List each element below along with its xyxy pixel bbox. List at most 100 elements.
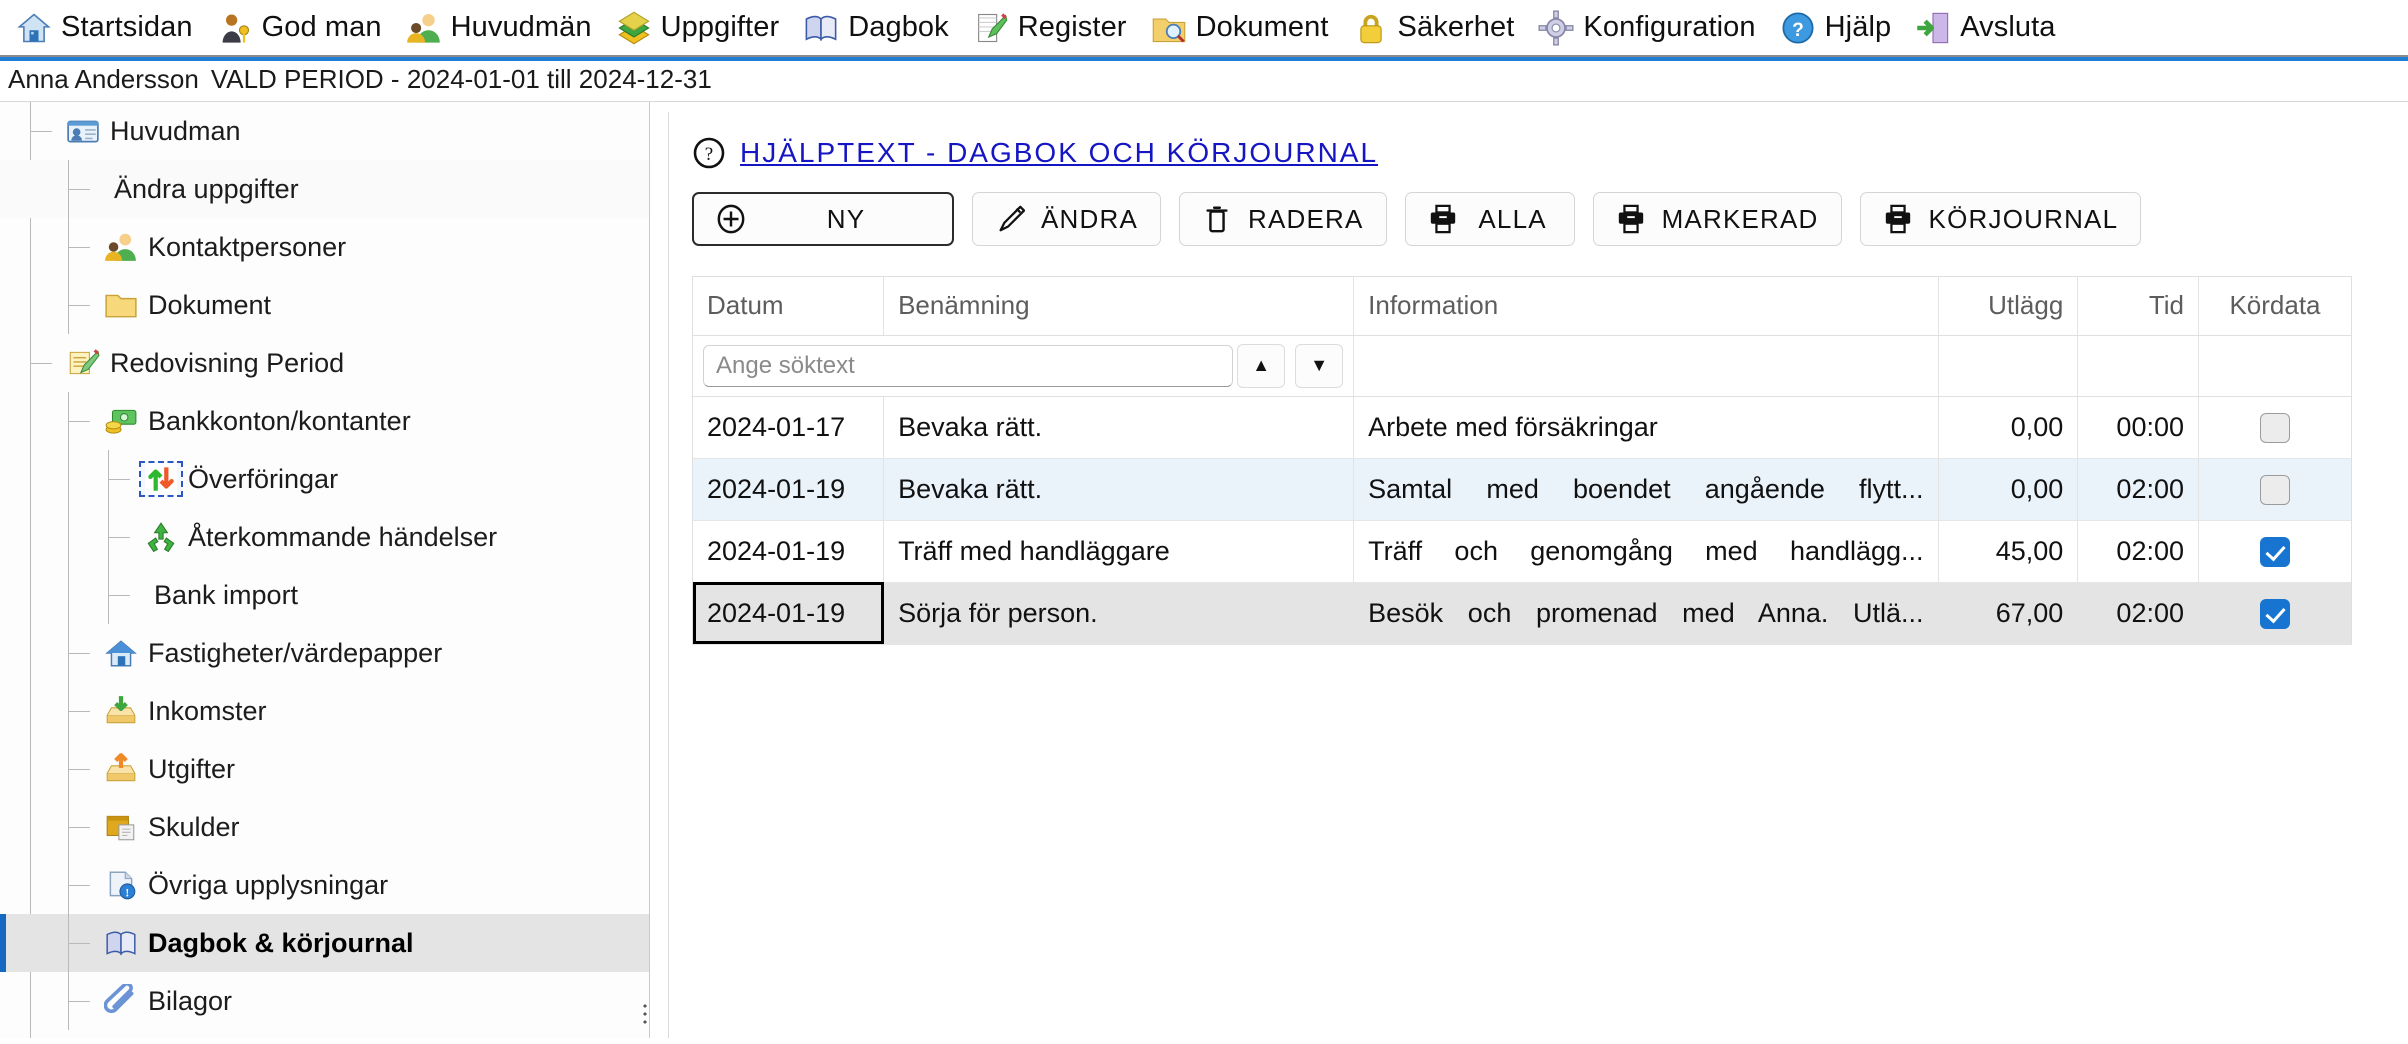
- column-header-kordata[interactable]: Kördata: [2198, 277, 2351, 336]
- menu-item-label: Huvudmän: [450, 11, 592, 43]
- sort-descending-button[interactable]: ▼: [1295, 343, 1344, 388]
- note-pencil-icon: [62, 346, 104, 380]
- table-row[interactable]: 2024-01-17 Bevaka rätt. Arbete med försäkr…: [693, 396, 2351, 459]
- sidebar-item-ovriga-upplysningar[interactable]: ! Övriga upplysningar: [0, 856, 649, 914]
- sidebar-item-redovisning-period[interactable]: Redovisning Period: [0, 334, 649, 392]
- checkbox-unchecked-icon[interactable]: [2260, 474, 2290, 505]
- column-header-tid[interactable]: Tid: [2077, 277, 2199, 336]
- tree-connector: [68, 450, 69, 508]
- people-icon: [406, 10, 442, 46]
- markerad-button[interactable]: MARKERAD: [1592, 192, 1842, 246]
- pencil-icon: [995, 204, 1026, 234]
- menu-item-hj-lp[interactable]: ? Hjälp: [1772, 2, 1908, 54]
- sidebar-item-label: Bank import: [154, 579, 299, 610]
- tree-connector: [68, 914, 69, 972]
- menu-item-s-kerhet[interactable]: Säkerhet: [1345, 2, 1531, 54]
- andra-button[interactable]: ÄNDRA: [972, 192, 1162, 246]
- tree-connector: [68, 740, 69, 798]
- sidebar-item-inkomster[interactable]: Inkomster: [0, 682, 649, 740]
- menu-item-startsidan[interactable]: Startsidan: [8, 2, 209, 54]
- sidebar-item-skulder[interactable]: Skulder: [0, 798, 649, 856]
- sidebar-item-dokument[interactable]: Dokument: [0, 276, 649, 334]
- book-icon: [100, 926, 142, 960]
- sidebar-item-bankkonton-kontanter[interactable]: Bankkonton/kontanter: [0, 392, 649, 450]
- people-icon: [100, 230, 142, 264]
- sidebar-splitter[interactable]: [640, 102, 649, 1038]
- menu-item-label: Säkerhet: [1397, 11, 1515, 43]
- menu-item-register[interactable]: Register: [965, 2, 1143, 54]
- sidebar-item-overforingar[interactable]: Överföringar: [0, 450, 649, 508]
- cell-information: Träff och genomgång med handlägg...: [1353, 520, 1939, 583]
- selected-period-text: VALD PERIOD - 2024-01-01 till 2024-12-31: [210, 64, 712, 94]
- sidebar-item-aterkommande-handelser[interactable]: Återkommande händelser: [0, 508, 649, 566]
- menu-item-avsluta[interactable]: Avsluta: [1907, 2, 2071, 54]
- menu-item-god-man[interactable]: God man: [209, 2, 398, 54]
- svg-text:!: !: [125, 887, 129, 900]
- sidebar-item-bilagor[interactable]: Bilagor: [0, 972, 649, 1030]
- table-row[interactable]: 2024-01-19 Bevaka rätt. Samtal med boendet…: [693, 458, 2351, 521]
- radera-button[interactable]: RADERA: [1179, 192, 1387, 246]
- button-label: RADERA: [1248, 203, 1364, 234]
- sidebar-item-label: Övriga upplysningar: [148, 869, 389, 900]
- search-cell: ▲ ▼: [693, 335, 1355, 397]
- table-row[interactable]: 2024-01-19 Träff med handläggare Träff och…: [693, 520, 2351, 583]
- button-label: NY: [826, 203, 866, 234]
- menu-item-huvudm-n[interactable]: Huvudmän: [398, 2, 608, 54]
- column-header-benamning[interactable]: Benämning: [883, 277, 1355, 336]
- menu-item-label: Uppgifter: [660, 11, 780, 43]
- sort-ascending-button[interactable]: ▲: [1237, 343, 1286, 388]
- column-header-datum[interactable]: Datum: [693, 277, 885, 336]
- client-name: Anna Andersson: [8, 64, 199, 94]
- debt-icon: [100, 810, 142, 844]
- button-label: ÄNDRA: [1041, 203, 1139, 234]
- sidebar-item-bank-import[interactable]: Bank import: [0, 566, 649, 624]
- menu-item-uppgifter[interactable]: Uppgifter: [608, 2, 796, 54]
- period-bar: Anna Andersson VALD PERIOD - 2024-01-01 …: [0, 58, 2408, 102]
- button-label: ALLA: [1478, 203, 1547, 234]
- search-input[interactable]: [703, 344, 1234, 387]
- tree-connector: [30, 131, 52, 132]
- help-text-link[interactable]: HJÄLPTEXT - DAGBOK OCH KÖRJOURNAL: [740, 137, 1378, 169]
- folder-search-icon: [1151, 10, 1187, 46]
- sidebar-item-label: Bankkonton/kontanter: [148, 405, 411, 436]
- menu-item-dokument[interactable]: Dokument: [1143, 2, 1345, 54]
- ny-button[interactable]: NY: [692, 192, 954, 246]
- checkbox-checked-icon[interactable]: [2260, 536, 2290, 567]
- sidebar-item-huvudman[interactable]: Huvudman: [0, 102, 649, 160]
- tree-connector: [68, 276, 69, 334]
- column-header-information[interactable]: Information: [1353, 277, 1939, 336]
- sidebar-item-kontaktpersoner[interactable]: Kontaktpersoner: [0, 218, 649, 276]
- menu-item-konfiguration[interactable]: Konfiguration: [1530, 2, 1771, 54]
- column-header-utlagg[interactable]: Utlägg: [1938, 277, 2079, 336]
- exit-door-icon: [1915, 10, 1951, 46]
- alla-button[interactable]: ALLA: [1404, 192, 1575, 246]
- recycle-icon: [140, 520, 182, 554]
- paperclip-icon: [100, 984, 142, 1018]
- korjournal-button[interactable]: KÖRJOURNAL: [1859, 192, 2142, 246]
- trash-icon: [1202, 204, 1232, 234]
- printer-icon: [1428, 204, 1458, 234]
- table-row[interactable]: 2024-01-19 Sörja för person. Besök och pro…: [693, 582, 2351, 645]
- tree-connector: [68, 856, 69, 914]
- sidebar-item-label: Inkomster: [148, 695, 267, 726]
- sidebar-item-label: Skulder: [148, 811, 240, 842]
- tree-connector: [68, 392, 69, 450]
- tree-connector: [108, 595, 130, 596]
- gear-icon: [1538, 9, 1574, 46]
- checkbox-unchecked-icon[interactable]: [2260, 412, 2290, 443]
- sidebar-item-fastigheter-vardepapper[interactable]: Fastigheter/värdepapper: [0, 624, 649, 682]
- cell-tid: 02:00: [2077, 520, 2199, 583]
- cell-kordata: [2198, 520, 2351, 583]
- menu-item-label: Register: [1017, 11, 1127, 43]
- menu-item-dagbok[interactable]: Dagbok: [795, 2, 965, 54]
- action-toolbar: NY ÄNDRA RADERA ALLA MARKERAD KÖRJOURNAL: [680, 176, 2378, 260]
- cell-information: Samtal med boendet angående flytt...: [1353, 458, 1939, 521]
- tree-connector: [68, 653, 90, 654]
- sidebar-item-dagbok-korjournal[interactable]: Dagbok & körjournal: [0, 914, 649, 972]
- checkbox-checked-icon[interactable]: [2260, 598, 2290, 629]
- sidebar-item-andra-uppgifter[interactable]: Ändra uppgifter: [0, 160, 649, 218]
- sidebar-item-label: Överföringar: [188, 463, 339, 494]
- folder-icon: [100, 288, 142, 322]
- sidebar-item-utgifter[interactable]: Utgifter: [0, 740, 649, 798]
- cell-kordata: [2198, 582, 2351, 645]
